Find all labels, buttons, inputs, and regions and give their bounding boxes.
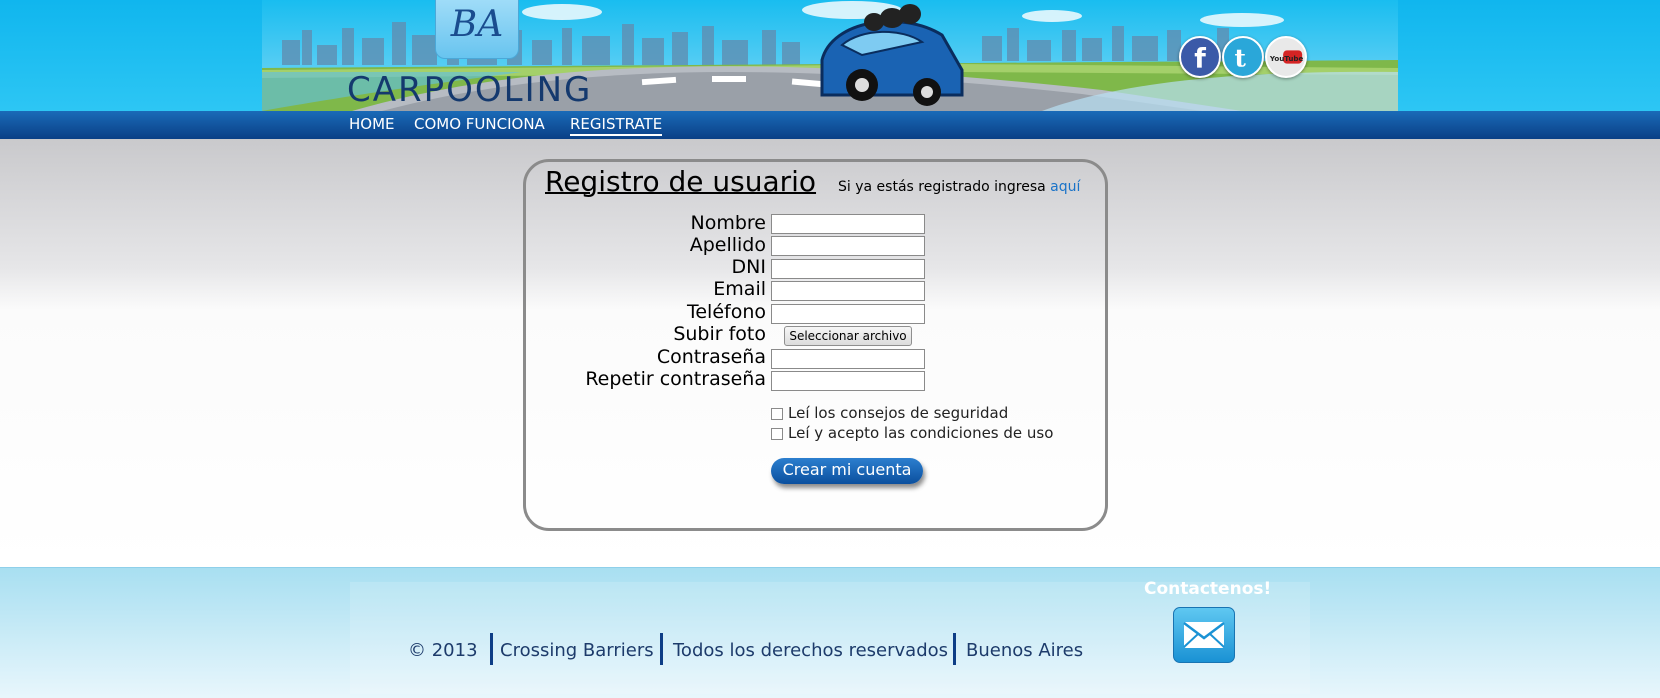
label-telefono: Teléfono — [686, 301, 766, 323]
label-dni: DNI — [731, 256, 766, 278]
facebook-icon[interactable]: f — [1179, 36, 1221, 78]
apellido-input[interactable] — [771, 236, 925, 256]
main-content: Registro de usuario Si ya estás registra… — [0, 139, 1660, 567]
contact-title: Contactenos! — [1144, 579, 1272, 599]
repetir-contrasena-input[interactable] — [771, 371, 925, 391]
nav-item-como-funciona[interactable]: COMO FUNCIONA — [414, 115, 545, 133]
footer-city: Buenos Aires — [966, 640, 1084, 661]
file-select-button[interactable]: Seleccionar archivo — [784, 326, 912, 346]
security-tips-checkbox[interactable] — [771, 408, 783, 420]
footer-divider — [660, 633, 663, 665]
svg-text:f: f — [1194, 43, 1206, 74]
main-nav: HOME COMO FUNCIONA REGISTRATE — [0, 111, 1660, 139]
page-title: Registro de usuario — [545, 165, 817, 198]
terms-label: Leí y acepto las condiciones de uso — [788, 424, 1054, 442]
telefono-input[interactable] — [771, 304, 925, 324]
nav-item-home[interactable]: HOME — [349, 115, 395, 133]
twitter-icon[interactable]: t — [1222, 36, 1264, 78]
label-nombre: Nombre — [690, 212, 767, 234]
footer-company: Crossing Barriers — [500, 640, 654, 661]
youtube-icon-text: YouTube — [1269, 54, 1304, 63]
footer-copyright: © 2013 — [408, 640, 478, 661]
login-note: Si ya estás registrado ingresa aquí — [838, 179, 1080, 195]
footer-divider — [953, 633, 956, 665]
label-repetir-contrasena: Repetir contraseña — [585, 368, 766, 390]
login-link[interactable]: aquí — [1050, 179, 1080, 195]
site-header: BA CARPOOLING f t YouTube — [0, 0, 1660, 111]
nav-item-registrate[interactable]: REGISTRATE — [570, 115, 663, 136]
terms-checkbox[interactable] — [771, 428, 783, 440]
nombre-input[interactable] — [771, 214, 925, 234]
create-account-button[interactable]: Crear mi cuenta — [771, 458, 923, 484]
field-labels: Nombre Apellido DNI Email Teléfono Subir… — [526, 212, 766, 392]
registration-card: Registro de usuario Si ya estás registra… — [523, 159, 1108, 531]
logo-badge[interactable]: BA — [435, 0, 519, 59]
contrasena-input[interactable] — [771, 349, 925, 369]
email-input[interactable] — [771, 281, 925, 301]
label-contrasena: Contraseña — [656, 346, 766, 368]
label-email: Email — [713, 278, 766, 300]
svg-text:t: t — [1234, 44, 1246, 73]
footer-divider — [490, 633, 493, 665]
logo-text[interactable]: CARPOOLING — [347, 70, 592, 110]
login-note-text: Si ya estás registrado ingresa — [838, 179, 1046, 195]
label-apellido: Apellido — [689, 234, 766, 256]
youtube-icon[interactable]: YouTube — [1265, 36, 1307, 78]
label-subir-foto: Subir foto — [673, 323, 766, 345]
security-tips-label: Leí los consejos de seguridad — [788, 404, 1009, 422]
dni-input[interactable] — [771, 259, 925, 279]
mail-icon[interactable] — [1173, 607, 1235, 663]
site-footer: © 2013 Crossing Barriers Todos los derec… — [0, 567, 1660, 698]
footer-rights: Todos los derechos reservados — [673, 640, 949, 661]
